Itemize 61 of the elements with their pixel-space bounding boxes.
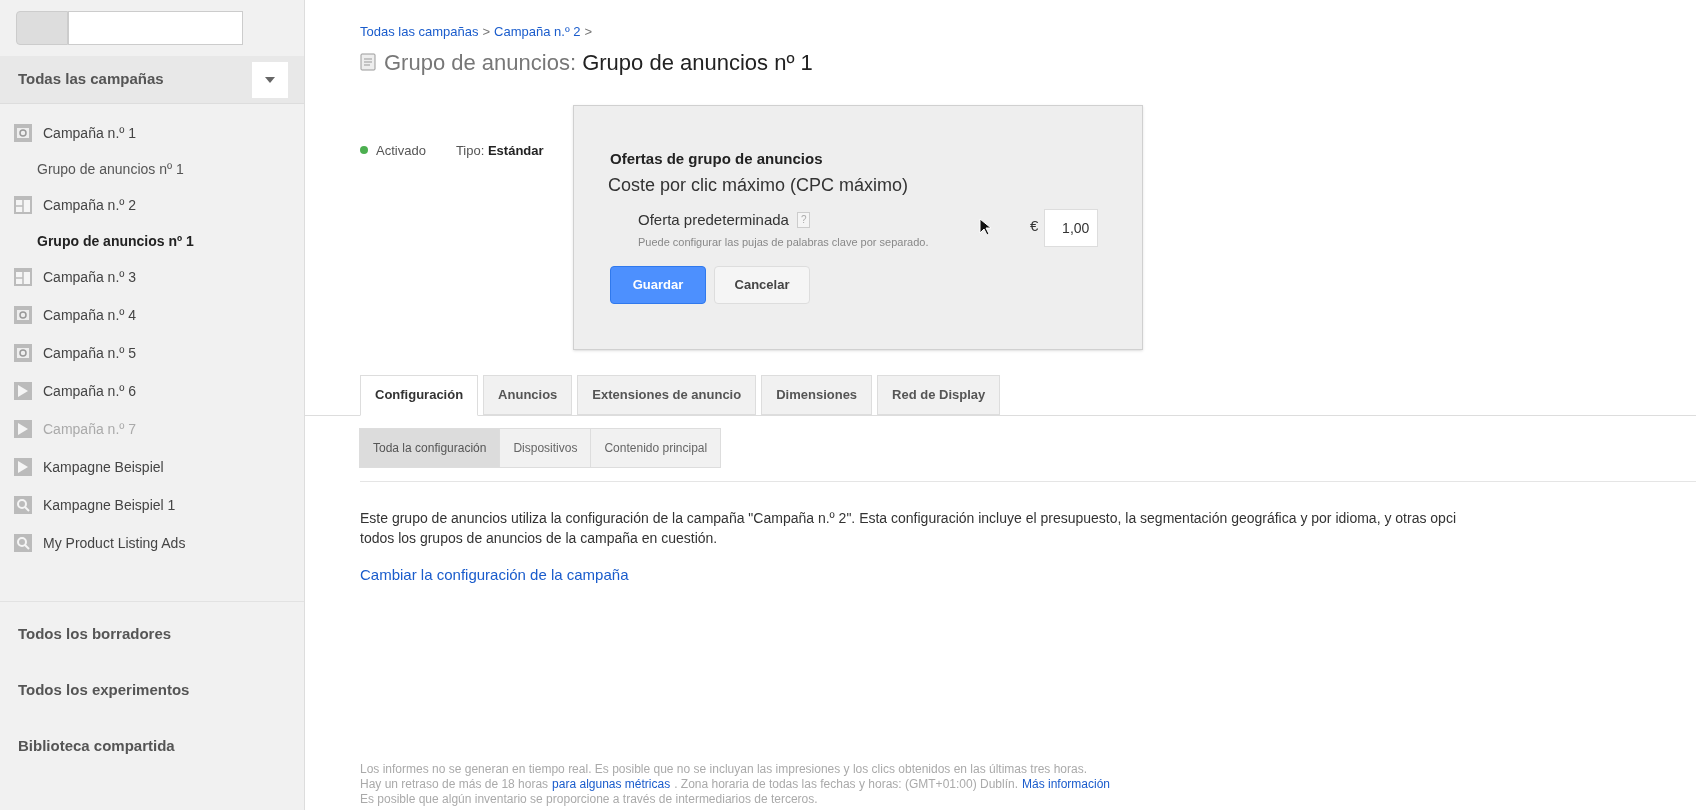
tab[interactable]: Configuración: [360, 374, 479, 416]
sidebar-link[interactable]: Biblioteca compartida: [18, 734, 175, 758]
sidebar-link[interactable]: Todos los experimentos: [18, 678, 190, 702]
field-hint: Puede configurar las pujas de palabras clave por separado.: [638, 234, 930, 250]
campaign-item[interactable]: Kampagne Beispiel 1: [43, 494, 176, 516]
search-campaign-icon: [13, 533, 33, 553]
ad-group-item[interactable]: Grupo de anuncios nº 1: [37, 230, 194, 252]
layout-campaign-icon: [13, 195, 33, 215]
breadcrumb-link[interactable]: Campaña n.º 2: [494, 22, 581, 42]
campaign-item[interactable]: Campaña n.º 6: [43, 380, 137, 402]
info-paragraph: Este grupo de anuncios utiliza la configuración de la campaña "Campaña n.º 2". Esta configuración incluye el presupuesto, la segmentación geográfica y por idioma, y otras opci todos los grupos de anuncios de la campaña en cuestión.: [360, 508, 1458, 548]
play-campaign-icon: [13, 381, 33, 401]
toolbar-button[interactable]: [16, 11, 68, 45]
status-label: Activado: [376, 141, 426, 160]
popup-subheading: Coste por clic máximo (CPC máximo): [608, 174, 910, 197]
display-campaign-icon: [13, 343, 33, 363]
play-campaign-icon: [13, 457, 33, 477]
sidebar-link[interactable]: Todos los borradores: [18, 622, 172, 646]
tab[interactable]: Extensiones de anuncio: [577, 374, 757, 415]
change-settings-link[interactable]: Cambiar la configuración de la campaña: [360, 563, 629, 586]
play-campaign-icon: [13, 419, 33, 439]
mouse-pointer-icon: [979, 217, 991, 236]
footer-text: Es posible que algún inventario se proporcione a través de intermediarios de terceros.: [360, 792, 818, 807]
footer-link[interactable]: para algunas métricas: [552, 777, 671, 792]
footer-text: Hay un retraso de más de 18 horas: [360, 777, 549, 792]
subtab[interactable]: Dispositivos: [499, 427, 592, 468]
breadcrumb-link[interactable]: Todas las campañas: [360, 22, 479, 42]
cancel-button[interactable]: Cancelar: [714, 266, 810, 304]
display-campaign-icon: [13, 305, 33, 325]
field-label: Oferta predeterminada: [638, 210, 789, 230]
campaigns-header-label[interactable]: Todas las campañas: [18, 68, 164, 91]
subtab[interactable]: Contenido principal: [590, 427, 722, 468]
subtab[interactable]: Toda la configuración: [359, 427, 501, 468]
footer-text: Los informes no se generan en tiempo real. Es posible que no se incluyan las impresiones y los clics obtenidos en las últimas tres horas.: [360, 762, 1088, 777]
campaign-item[interactable]: Campaña n.º 5: [43, 342, 137, 364]
bid-input[interactable]: 1,00: [1044, 209, 1099, 247]
display-campaign-icon: [13, 123, 33, 143]
campaign-item[interactable]: My Product Listing Ads: [43, 532, 186, 554]
page-title: Grupo de anuncios: Grupo de anuncios nº 1: [384, 48, 813, 77]
type-label: Tipo: Estándar: [455, 141, 544, 160]
breadcrumb-separator: >: [482, 23, 491, 41]
tab[interactable]: Red de Display: [877, 374, 1001, 415]
popup-heading: Ofertas de grupo de anuncios: [610, 148, 824, 169]
footer-text: . Zona horaria de todas las fechas y horas: (GMT+01:00) Dublín.: [674, 777, 1018, 792]
footer-link[interactable]: Más información: [1022, 777, 1111, 792]
document-icon: [360, 53, 376, 71]
search-field[interactable]: [68, 11, 243, 45]
breadcrumb-separator: >: [584, 23, 593, 41]
tab[interactable]: Dimensiones: [761, 374, 873, 415]
caret-icon: [265, 76, 275, 83]
campaign-item[interactable]: Campaña n.º 4: [43, 304, 137, 326]
dropdown-button[interactable]: [252, 61, 288, 98]
campaign-item[interactable]: Kampagne Beispiel: [43, 456, 164, 478]
campaign-item[interactable]: Campaña n.º 2: [43, 194, 137, 216]
ad-group-item[interactable]: Grupo de anuncios nº 1: [37, 158, 184, 180]
campaign-item[interactable]: Campaña n.º 3: [43, 266, 137, 288]
currency-symbol: €: [1030, 216, 1039, 236]
layout-campaign-icon: [13, 267, 33, 287]
campaign-item[interactable]: Campaña n.º 1: [43, 122, 137, 144]
search-campaign-icon: [13, 495, 33, 515]
tab[interactable]: Anuncios: [483, 374, 573, 415]
